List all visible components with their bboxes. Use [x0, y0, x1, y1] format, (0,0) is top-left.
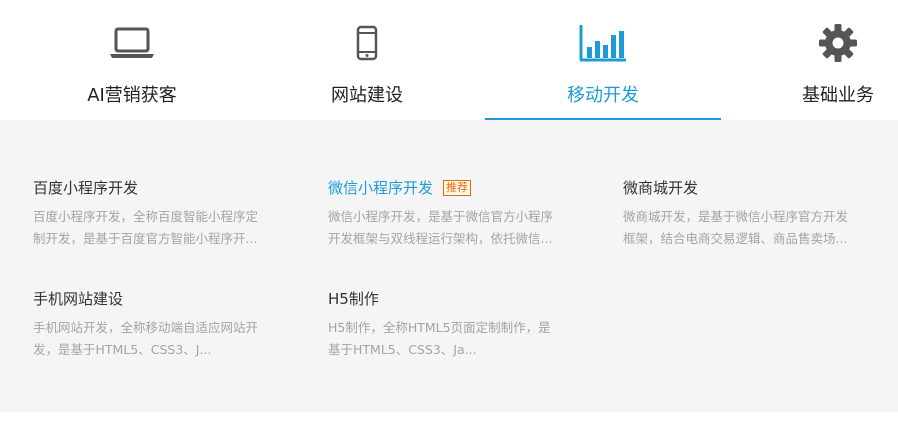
card-title-text: 手机网站建设	[33, 290, 124, 308]
card-title: 微信小程序开发 推荐	[328, 178, 583, 198]
card-title-text: 微商城开发	[623, 179, 699, 197]
card-title-text: 百度小程序开发	[33, 179, 139, 197]
card-description-line: 制开发，是基于百度官方智能小程序开...	[33, 231, 258, 246]
card-title: 手机网站建设	[33, 289, 288, 309]
bar-chart-icon	[578, 22, 628, 64]
card-description-line: 框架，结合电商交易逻辑、商品售卖场...	[623, 231, 848, 246]
card-description-line: 开发框架与双线程运行架构，依托微信...	[328, 231, 553, 246]
card-description-line: 手机网站开发，全称移动端自适应网站开	[33, 320, 259, 335]
card-mobile-website[interactable]: 手机网站建设 手机网站开发，全称移动端自适应网站开 发，是基于HTML5、CSS…	[33, 289, 288, 361]
card-description: 微商城开发，是基于微信小程序官方开发 框架，结合电商交易逻辑、商品售卖场...	[623, 206, 878, 250]
card-baidu-mini-program[interactable]: 百度小程序开发 百度小程序开发，全称百度智能小程序定 制开发，是基于百度官方智能…	[33, 178, 288, 250]
mobile-phone-icon	[342, 22, 392, 64]
tab-label: 移动开发	[567, 85, 639, 106]
tab-label: AI营销获客	[87, 85, 177, 106]
tab-mobile-development[interactable]: 移动开发	[485, 0, 721, 120]
card-description-line: 发，是基于HTML5、CSS3、J...	[33, 342, 212, 357]
card-title-text: 微信小程序开发	[328, 179, 434, 197]
card-title: 百度小程序开发	[33, 178, 288, 198]
tab-ai-marketing[interactable]: AI营销获客	[14, 0, 250, 120]
tab-basic-business[interactable]: 基础业务	[720, 0, 898, 120]
service-tabs: AI营销获客 网站建设 移动开发 基础业务	[0, 0, 898, 120]
card-h5-production[interactable]: H5制作 H5制作，全称HTML5页面定制制作，是 基于HTML5、CSS3、J…	[328, 289, 583, 361]
card-description: 微信小程序开发，是基于微信官方小程序 开发框架与双线程运行架构，依托微信...	[328, 206, 583, 250]
recommend-badge: 推荐	[443, 180, 472, 196]
card-description: 百度小程序开发，全称百度智能小程序定 制开发，是基于百度官方智能小程序开...	[33, 206, 288, 250]
card-description-line: 百度小程序开发，全称百度智能小程序定	[33, 209, 259, 224]
card-title: 微商城开发	[623, 178, 878, 198]
card-description: H5制作，全称HTML5页面定制制作，是 基于HTML5、CSS3、Ja...	[328, 317, 583, 361]
tab-label: 网站建设	[331, 85, 403, 106]
card-description-line: 微商城开发，是基于微信小程序官方开发	[623, 209, 849, 224]
card-wechat-mall[interactable]: 微商城开发 微商城开发，是基于微信小程序官方开发 框架，结合电商交易逻辑、商品售…	[623, 178, 878, 250]
card-description: 手机网站开发，全称移动端自适应网站开 发，是基于HTML5、CSS3、J...	[33, 317, 288, 361]
card-title-text: H5制作	[328, 290, 379, 308]
tab-content-panel: 百度小程序开发 百度小程序开发，全称百度智能小程序定 制开发，是基于百度官方智能…	[0, 120, 898, 412]
tab-website-building[interactable]: 网站建设	[249, 0, 485, 120]
card-wechat-mini-program[interactable]: 微信小程序开发 推荐 微信小程序开发，是基于微信官方小程序 开发框架与双线程运行…	[328, 178, 583, 250]
laptop-icon	[107, 22, 157, 64]
gear-icon	[813, 22, 863, 64]
tab-label: 基础业务	[802, 85, 874, 106]
card-title: H5制作	[328, 289, 583, 309]
card-description-line: H5制作，全称HTML5页面定制制作，是	[328, 320, 551, 335]
card-description-line: 微信小程序开发，是基于微信官方小程序	[328, 209, 554, 224]
card-description-line: 基于HTML5、CSS3、Ja...	[328, 342, 477, 357]
